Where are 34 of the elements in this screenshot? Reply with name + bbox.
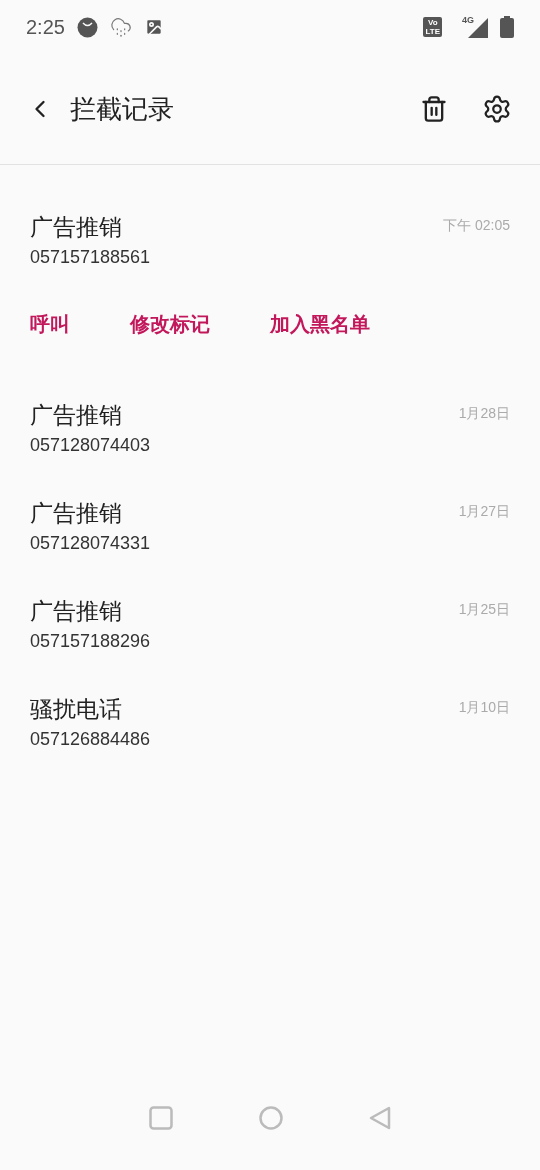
record-item[interactable]: 广告推销 1月27日 057128074331 [0, 497, 540, 595]
phone-number: 057126884486 [30, 728, 151, 751]
record-label: 广告推销 [30, 597, 122, 626]
action-link[interactable]: 呼叫 [30, 309, 70, 339]
record-date: 1月28日 [458, 404, 510, 423]
phone-number: 057128074331 [30, 532, 151, 555]
delete-button[interactable] [420, 95, 448, 123]
record-item[interactable]: 骚扰电话 1月10日 057126884486 [0, 693, 540, 791]
record-item[interactable]: 广告推销 1月28日 057128074403 [0, 399, 540, 497]
settings-icon [482, 94, 512, 124]
action-link[interactable]: 修改标记 [130, 309, 210, 339]
phone-number: 057157188296 [30, 630, 151, 653]
weather-icon [109, 16, 132, 38]
record-date: 1月25日 [458, 600, 510, 619]
trash-icon [420, 95, 448, 123]
phone-number: 057157188561 [30, 246, 151, 269]
settings-button[interactable] [482, 94, 512, 124]
record-date: 下午 02:05 [443, 216, 510, 235]
record-date: 1月10日 [458, 698, 510, 717]
battery-icon [500, 16, 514, 38]
action-link[interactable]: 加入黑名单 [270, 309, 370, 339]
record-label: 广告推销 [30, 499, 122, 528]
record-item[interactable]: 广告推销 下午 02:05 057157188561 呼叫 修改标记 加入黑名单 [0, 211, 540, 399]
volte-icon: Vo LTE [423, 17, 442, 37]
record-item[interactable]: 广告推销 1月25日 057157188296 [0, 595, 540, 693]
record-label: 广告推销 [30, 213, 122, 242]
face-icon [76, 16, 98, 38]
record-label: 骚扰电话 [30, 695, 122, 724]
record-label: 广告推销 [30, 401, 122, 430]
record-date: 1月27日 [458, 502, 510, 521]
network-type: 4G [462, 14, 474, 27]
page-title: 拦截记录 [70, 92, 175, 126]
status-time: 2:25 [26, 15, 65, 40]
phone-number: 057128074403 [30, 434, 151, 457]
